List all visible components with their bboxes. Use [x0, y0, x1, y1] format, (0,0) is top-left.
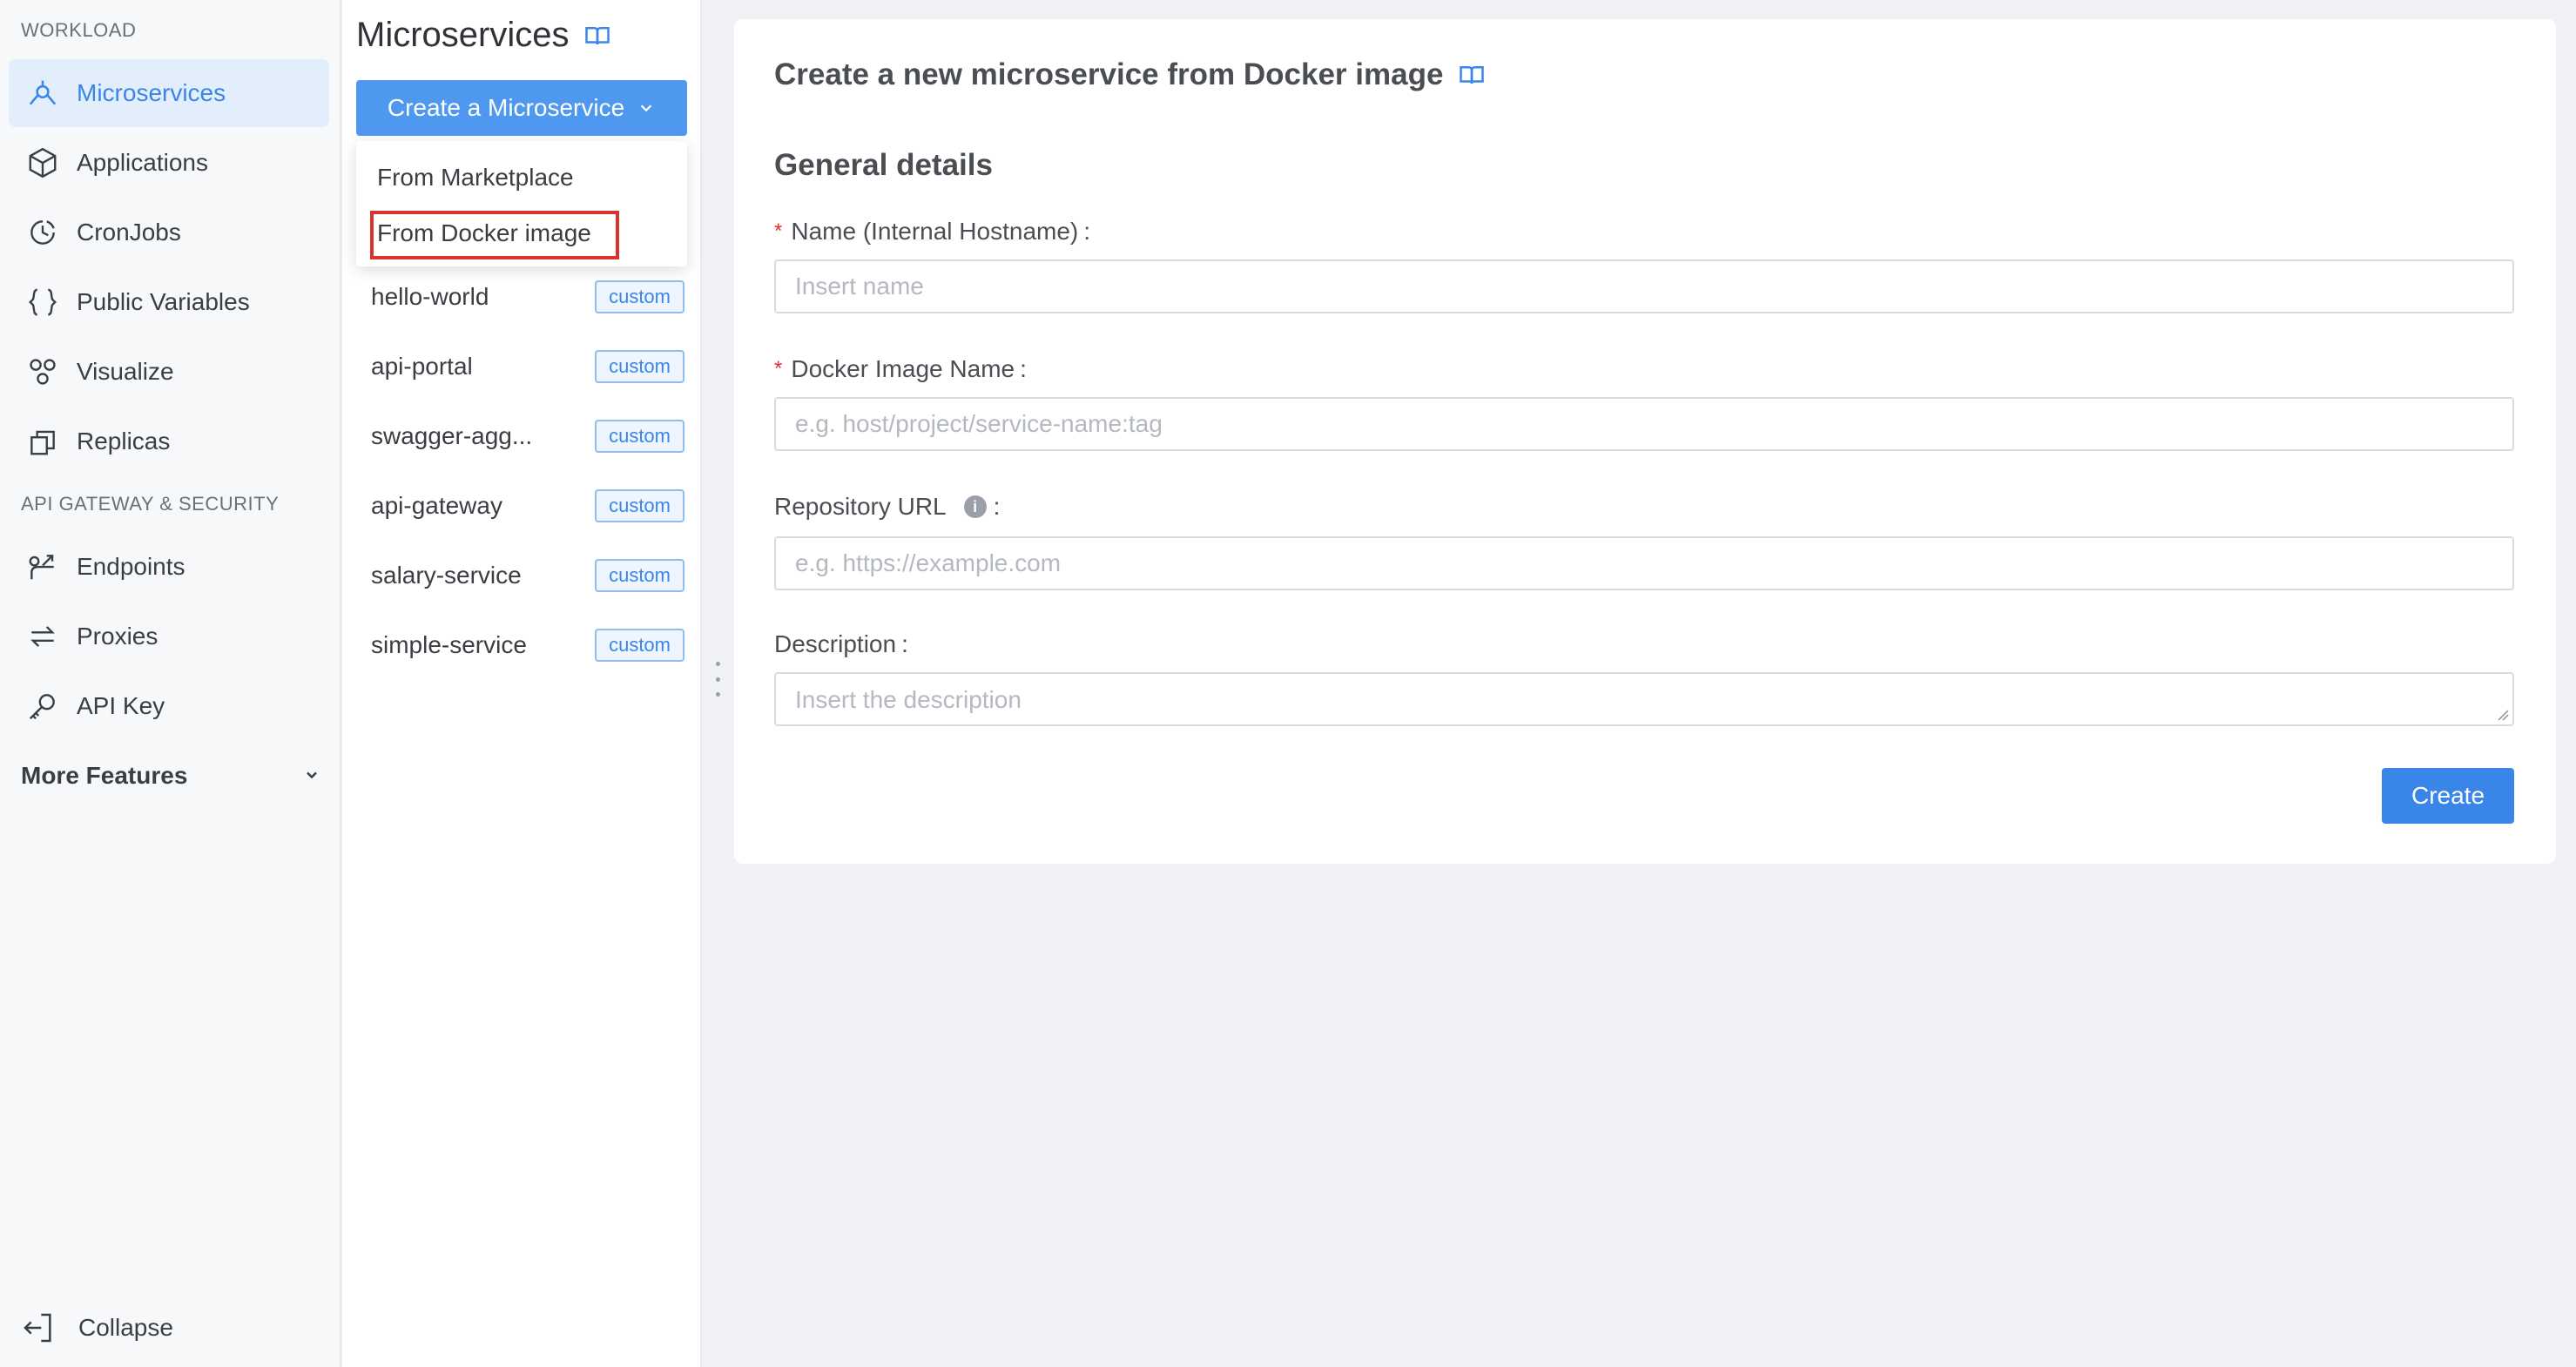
nav-item-label: Replicas	[77, 428, 171, 455]
key-icon	[24, 688, 61, 724]
nav-item-applications[interactable]: Applications	[9, 129, 329, 197]
docker-image-label: * Docker Image Name :	[774, 355, 1027, 383]
nav-item-label: Applications	[77, 149, 208, 176]
create-button[interactable]: Create	[2382, 768, 2514, 824]
required-marker: *	[774, 357, 783, 380]
nav-item-label: Proxies	[77, 623, 158, 650]
collapse-label: Collapse	[78, 1314, 173, 1341]
description-label: Description :	[774, 630, 908, 658]
list-title: Microservices	[356, 16, 610, 55]
repository-url-label: Repository URL i :	[774, 493, 1000, 521]
nav-item-label: Endpoints	[77, 553, 185, 580]
label-colon: :	[901, 630, 908, 657]
more-features-label: More Features	[21, 762, 188, 789]
microservices-icon	[24, 75, 61, 111]
docker-image-input[interactable]	[774, 397, 2514, 451]
name-input[interactable]	[774, 259, 2514, 313]
custom-tag: custom	[595, 350, 684, 383]
label-colon: :	[1020, 355, 1027, 382]
form-title-text: Create a new microservice from Docker im…	[774, 57, 1444, 91]
custom-tag: custom	[595, 489, 684, 522]
list-item[interactable]: swagger-agg... custom	[371, 417, 684, 455]
more-features-toggle[interactable]: More Features	[21, 754, 320, 798]
list-item[interactable]: api-portal custom	[371, 347, 684, 386]
microservice-name: swagger-agg...	[371, 422, 533, 449]
create-form-card: Create a new microservice from Docker im…	[734, 19, 2556, 864]
custom-tag: custom	[595, 420, 684, 453]
custom-tag: custom	[595, 629, 684, 662]
resize-grip-icon[interactable]	[2497, 709, 2509, 721]
nav-item-replicas[interactable]: Replicas	[9, 407, 329, 475]
info-icon[interactable]: i	[963, 495, 987, 518]
list-title-text: Microservices	[356, 16, 570, 54]
nav-item-label: Visualize	[77, 358, 174, 385]
list-item[interactable]: api-gateway custom	[371, 487, 684, 525]
braces-icon	[24, 284, 61, 320]
menu-item-from-docker-image[interactable]: From Docker image	[377, 219, 591, 247]
section-title-workload: WORKLOAD	[21, 19, 137, 41]
book-icon[interactable]	[584, 23, 610, 49]
name-label-text: Name (Internal Hostname)	[791, 218, 1079, 245]
create-microservice-label: Create a Microservice	[387, 94, 625, 121]
nav-item-label: Public Variables	[77, 288, 250, 315]
required-marker: *	[774, 219, 783, 243]
description-wrapper	[774, 672, 2514, 726]
nav-item-endpoints[interactable]: Endpoints	[9, 533, 329, 601]
label-colon: :	[993, 493, 1001, 520]
description-textarea[interactable]	[774, 672, 2514, 726]
repository-url-label-text: Repository URL	[774, 493, 947, 520]
create-microservice-button[interactable]: Create a Microservice	[356, 80, 687, 136]
microservices-list-panel: Microservices Create a Microservice hell…	[342, 0, 702, 1367]
panel-resize-handle[interactable]	[713, 662, 722, 697]
menu-item-from-marketplace[interactable]: From Marketplace	[377, 164, 574, 192]
list-item[interactable]: simple-service custom	[371, 626, 684, 664]
cube-icon	[24, 145, 61, 181]
form-title: Create a new microservice from Docker im…	[774, 57, 1485, 92]
chevron-down-icon	[640, 104, 652, 112]
nav-item-microservices[interactable]: Microservices	[9, 59, 329, 127]
swap-icon	[24, 618, 61, 655]
custom-tag: custom	[595, 559, 684, 592]
collapse-button[interactable]: Collapse	[21, 1306, 173, 1350]
left-navigation: WORKLOAD Microservices Applications Cron…	[0, 0, 341, 1367]
microservice-name: hello-world	[371, 283, 489, 310]
nav-item-visualize[interactable]: Visualize	[9, 338, 329, 406]
nav-item-label: CronJobs	[77, 219, 181, 246]
list-item[interactable]: salary-service custom	[371, 556, 684, 595]
nav-item-api-key[interactable]: API Key	[9, 672, 329, 740]
endpoint-icon	[24, 549, 61, 585]
copy-icon	[24, 423, 61, 460]
microservice-name: api-gateway	[371, 492, 502, 519]
book-icon[interactable]	[1459, 62, 1485, 88]
collapse-icon	[24, 1313, 51, 1343]
section-general-details: General details	[774, 148, 993, 182]
nav-item-label: Microservices	[77, 79, 226, 106]
name-label: * Name (Internal Hostname) :	[774, 218, 1090, 246]
list-item[interactable]: hello-world custom	[371, 278, 684, 316]
graph-icon	[24, 354, 61, 390]
section-title-api-gateway: API GATEWAY & SECURITY	[21, 493, 280, 515]
nav-item-cronjobs[interactable]: CronJobs	[9, 199, 329, 266]
nav-item-proxies[interactable]: Proxies	[9, 603, 329, 670]
microservice-name: simple-service	[371, 631, 527, 658]
microservice-name: salary-service	[371, 562, 522, 589]
repository-url-input[interactable]	[774, 536, 2514, 590]
microservice-name: api-portal	[371, 353, 473, 380]
chevron-down-icon	[303, 762, 320, 790]
create-dropdown-menu: From Marketplace From Docker image	[356, 141, 687, 266]
description-label-text: Description	[774, 630, 897, 657]
docker-image-label-text: Docker Image Name	[791, 355, 1015, 382]
nav-item-label: API Key	[77, 692, 165, 719]
label-colon: :	[1083, 218, 1091, 245]
nav-item-public-variables[interactable]: Public Variables	[9, 268, 329, 336]
clock-icon	[24, 214, 61, 251]
custom-tag: custom	[595, 280, 684, 313]
